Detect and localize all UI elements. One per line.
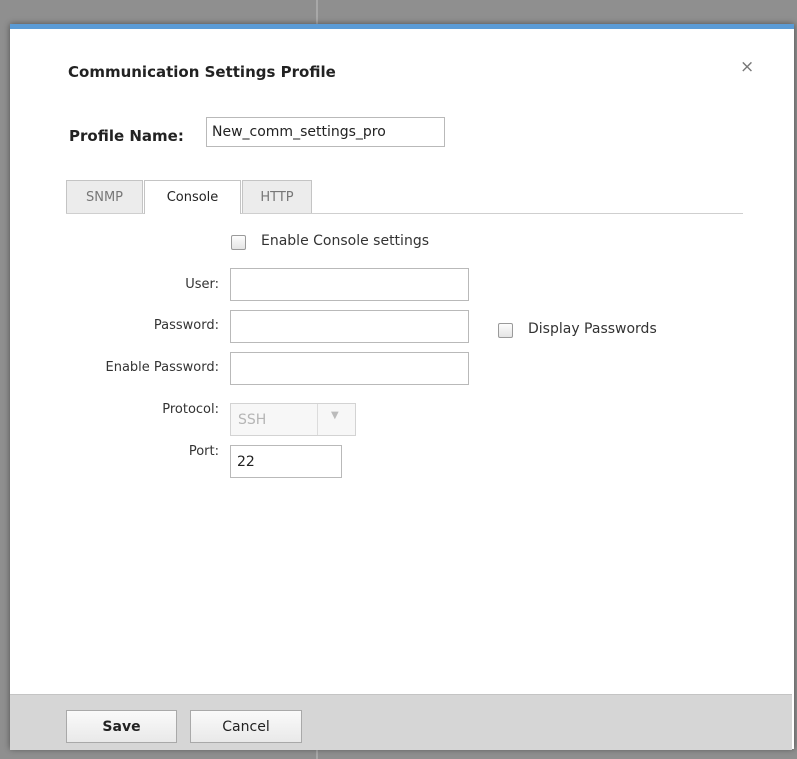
save-button[interactable]: Save	[66, 710, 177, 743]
enable-password-input[interactable]	[230, 352, 469, 385]
dialog-title: Communication Settings Profile	[68, 63, 336, 81]
user-input[interactable]	[230, 268, 469, 301]
profile-name-label: Profile Name:	[69, 127, 184, 145]
tab-http-label: HTTP	[260, 189, 294, 205]
tab-console-label: Console	[166, 190, 219, 205]
background-divider	[316, 0, 318, 24]
close-icon[interactable]: ×	[740, 59, 754, 76]
port-input[interactable]	[230, 445, 342, 478]
protocol-select-divider	[317, 404, 318, 435]
tab-snmp-label: SNMP	[85, 189, 124, 205]
protocol-select[interactable]: SSH ▼	[230, 403, 356, 436]
communication-settings-dialog: Communication Settings Profile × Profile…	[10, 24, 794, 750]
protocol-label: Protocol:	[162, 402, 219, 417]
enable-console-label: Enable Console settings	[261, 233, 429, 249]
tab-http[interactable]: HTTP	[242, 180, 312, 213]
port-label: Port:	[188, 444, 219, 459]
tab-console[interactable]: Console	[144, 180, 241, 214]
display-passwords-checkbox[interactable]	[498, 323, 513, 338]
enable-password-label: Enable Password:	[105, 360, 219, 375]
password-label: Password:	[153, 318, 219, 333]
tab-snmp[interactable]: SNMP	[66, 180, 143, 213]
profile-name-input[interactable]	[206, 117, 445, 147]
cancel-button[interactable]: Cancel	[190, 710, 302, 743]
display-passwords-label: Display Passwords	[528, 321, 657, 337]
password-input[interactable]	[230, 310, 469, 343]
chevron-down-icon: ▼	[331, 410, 339, 421]
dialog-footer: Save Cancel	[10, 694, 792, 750]
enable-console-checkbox[interactable]	[231, 235, 246, 250]
user-label: User:	[185, 277, 219, 292]
protocol-value: SSH	[238, 412, 267, 428]
